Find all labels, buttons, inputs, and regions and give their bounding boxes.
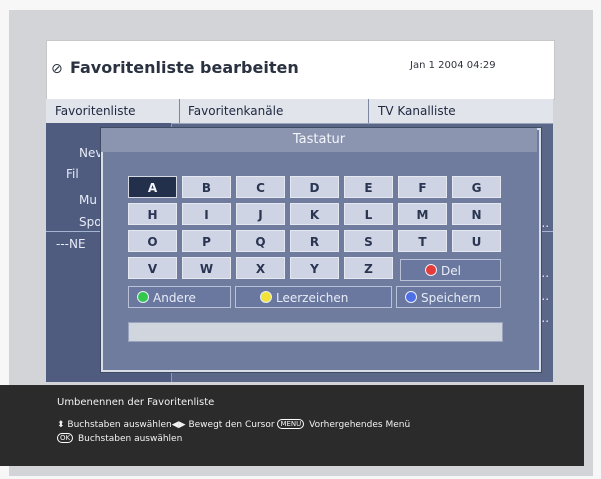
key-k[interactable]: K bbox=[290, 203, 339, 225]
key-n[interactable]: N bbox=[452, 203, 501, 225]
key-g[interactable]: G bbox=[452, 176, 501, 198]
key-z[interactable]: Z bbox=[344, 257, 393, 279]
key-b[interactable]: B bbox=[182, 176, 231, 198]
key-d[interactable]: D bbox=[290, 176, 339, 198]
menu-button-icon: MENU bbox=[277, 419, 305, 429]
tab-favoritenkanaele[interactable]: Favoritenkanäle bbox=[188, 104, 283, 118]
tab-tv-kanalliste[interactable]: TV Kanalliste bbox=[378, 104, 456, 118]
key-m[interactable]: M bbox=[398, 203, 447, 225]
key-q[interactable]: Q bbox=[236, 230, 285, 252]
list-item[interactable]: Fil bbox=[66, 167, 79, 181]
green-dot-icon bbox=[137, 291, 149, 303]
page-title: Favoritenliste bearbeiten bbox=[70, 58, 299, 77]
favorite-list-icon: ⊘ bbox=[51, 61, 63, 77]
key-u[interactable]: U bbox=[452, 230, 501, 252]
key-p[interactable]: P bbox=[182, 230, 231, 252]
key-o[interactable]: O bbox=[128, 230, 177, 252]
keyboard-title: Tastatur bbox=[101, 128, 537, 152]
key-x[interactable]: X bbox=[236, 257, 285, 279]
key-i[interactable]: I bbox=[182, 203, 231, 225]
date-time: Jan 1 2004 04:29 bbox=[410, 60, 496, 71]
key-c[interactable]: C bbox=[236, 176, 285, 198]
key-l[interactable]: L bbox=[344, 203, 393, 225]
blue-dot-icon bbox=[405, 291, 417, 303]
yellow-dot-icon bbox=[260, 291, 272, 303]
list-item[interactable]: Nev bbox=[79, 146, 102, 160]
red-dot-icon bbox=[425, 264, 437, 276]
list-item[interactable]: Mu bbox=[79, 193, 97, 207]
key-v[interactable]: V bbox=[128, 257, 177, 279]
key-h[interactable]: H bbox=[128, 203, 177, 225]
help-line-1: ⬍ Buchstaben auswählen◀▶ Bewegt den Curs… bbox=[57, 419, 411, 430]
ok-button-icon: OK bbox=[57, 433, 74, 443]
leerzeichen-button[interactable]: Leerzeichen bbox=[235, 286, 392, 308]
key-e[interactable]: E bbox=[344, 176, 393, 198]
updown-arrow-icon: ⬍ bbox=[57, 420, 65, 430]
key-s[interactable]: S bbox=[344, 230, 393, 252]
list-item[interactable]: Spo bbox=[79, 215, 102, 229]
list-item[interactable]: ---NE bbox=[56, 237, 86, 251]
tab-favoritenliste[interactable]: Favoritenliste bbox=[55, 104, 136, 118]
key-a[interactable]: A bbox=[128, 176, 177, 198]
speichern-button[interactable]: Speichern bbox=[396, 286, 501, 308]
key-y[interactable]: Y bbox=[290, 257, 339, 279]
leftright-arrow-icon: ◀▶ bbox=[171, 420, 186, 430]
key-t[interactable]: T bbox=[398, 230, 447, 252]
key-w[interactable]: W bbox=[182, 257, 231, 279]
andere-button[interactable]: Andere bbox=[128, 286, 231, 308]
key-f[interactable]: F bbox=[398, 176, 447, 198]
del-key[interactable]: Del bbox=[400, 259, 501, 281]
name-input-field[interactable] bbox=[128, 322, 503, 342]
tab-divider bbox=[368, 99, 369, 123]
key-r[interactable]: R bbox=[290, 230, 339, 252]
tab-divider bbox=[179, 99, 180, 123]
key-j[interactable]: J bbox=[236, 203, 285, 225]
help-title: Umbenennen der Favoritenliste bbox=[57, 397, 215, 408]
help-line-2: OK Buchstaben auswählen bbox=[57, 433, 182, 444]
